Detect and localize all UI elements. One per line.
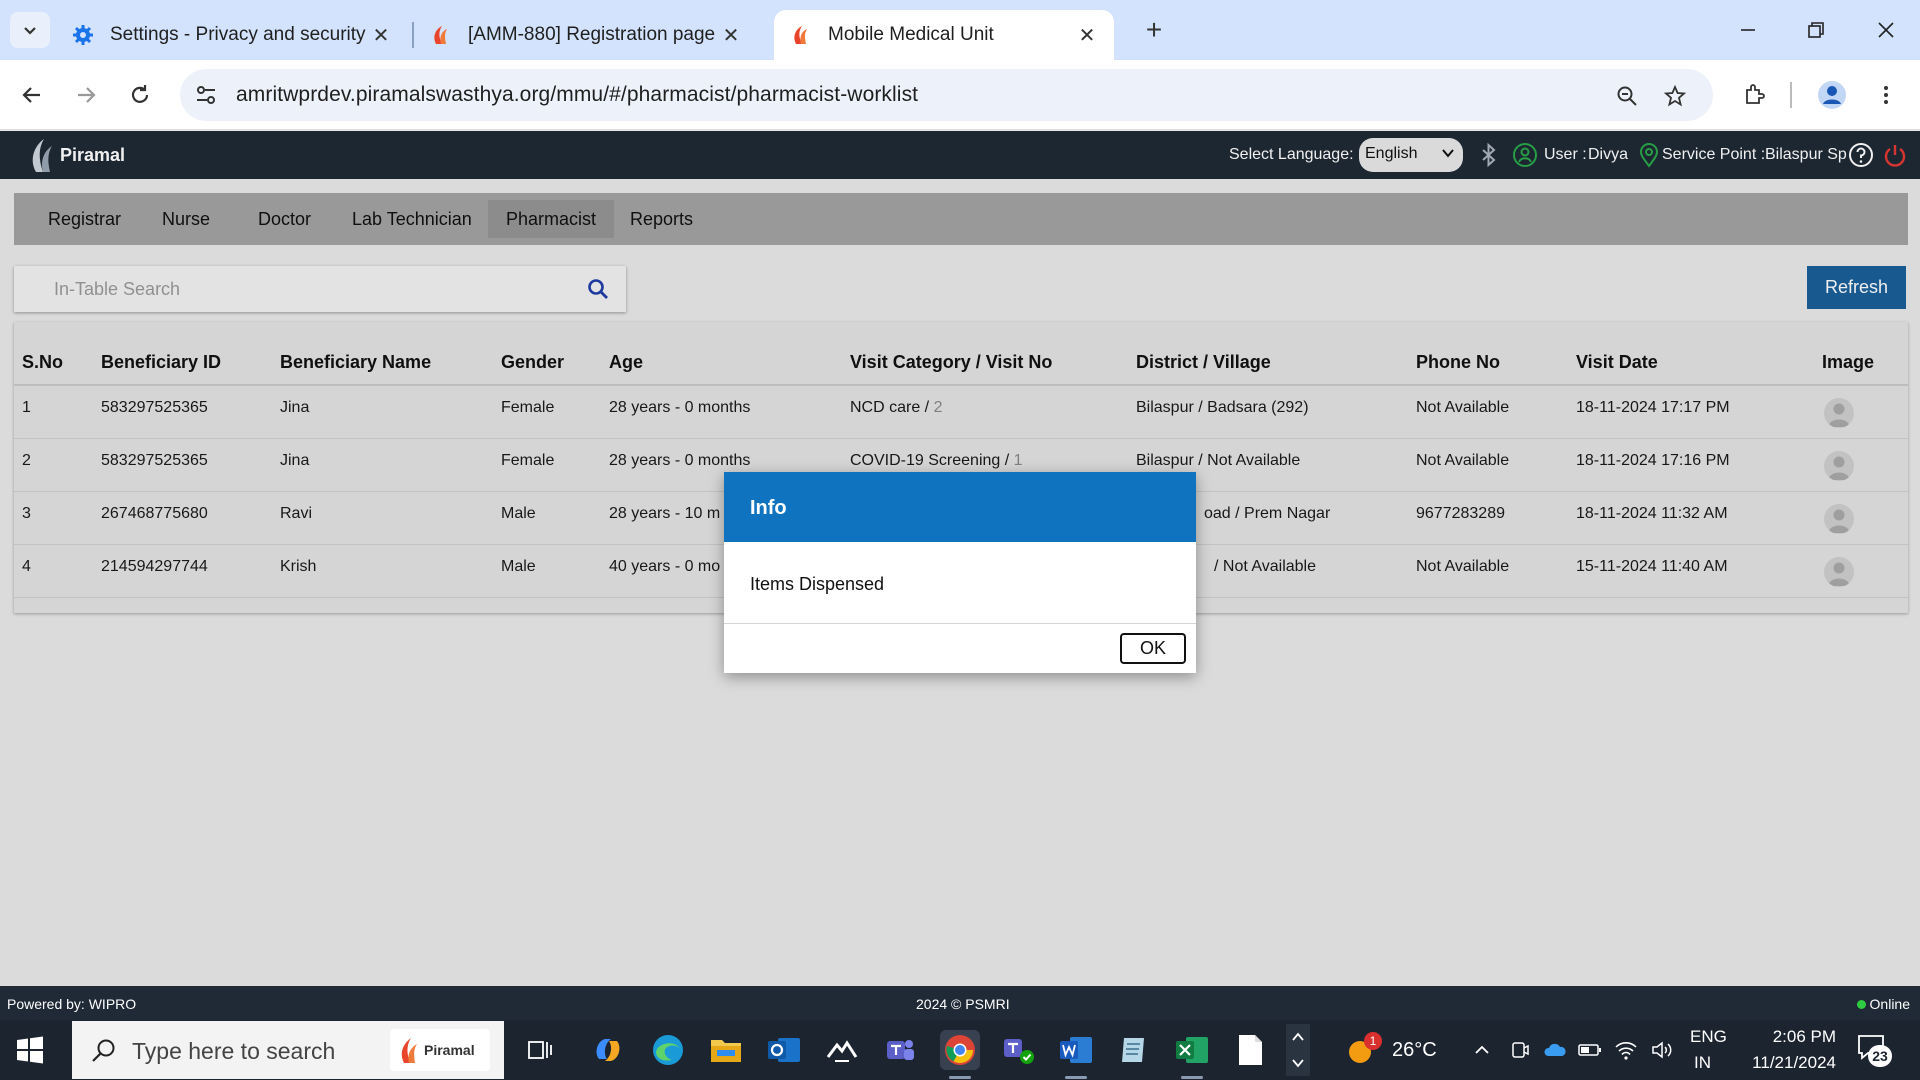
zoom-icon[interactable] — [1612, 81, 1642, 111]
teams-work-icon[interactable] — [998, 1030, 1038, 1070]
weather-badge: 1 — [1364, 1032, 1382, 1050]
restore-button[interactable] — [1788, 10, 1844, 50]
extensions-icon[interactable] — [1736, 77, 1772, 113]
chevron-up-icon[interactable] — [1470, 1038, 1494, 1062]
weather-widget[interactable]: 1 26°C — [1346, 1020, 1437, 1080]
active-app-indicator — [949, 1076, 971, 1079]
battery-icon[interactable] — [1578, 1038, 1602, 1062]
volume-icon[interactable] — [1650, 1038, 1674, 1062]
edge-icon[interactable] — [648, 1030, 688, 1070]
task-view-icon[interactable] — [520, 1030, 560, 1070]
clock-time: 2:06 PM — [1772, 1027, 1836, 1046]
minimize-icon — [1741, 29, 1755, 31]
close-icon[interactable]: ✕ — [720, 24, 742, 47]
address-bar[interactable]: amritwprdev.piramalswasthya.org/mmu/#/ph… — [180, 69, 1713, 121]
app-footer: Powered by: WIPRO 2024 © PSMRI Online — [0, 986, 1920, 1020]
notepad-app-icon[interactable] — [1114, 1030, 1154, 1070]
logo-text: Piramal — [424, 1042, 475, 1058]
piramal-icon — [401, 1038, 417, 1063]
reload-button[interactable] — [122, 77, 158, 113]
piramal-swasthya-logo: Piramal — [390, 1029, 490, 1071]
piramal-icon — [790, 24, 812, 46]
copilot-icon[interactable] — [588, 1030, 628, 1070]
snipping-tool-icon[interactable] — [822, 1030, 862, 1070]
arrow-left-icon — [22, 87, 40, 103]
system-clock[interactable]: 2:06 PM 11/21/2024 — [1740, 1020, 1836, 1080]
word-icon[interactable] — [1056, 1030, 1096, 1070]
profile-avatar[interactable] — [1814, 77, 1850, 113]
close-icon — [1878, 22, 1894, 38]
close-window-button[interactable] — [1858, 10, 1914, 50]
tab-title: [AMM-880] Registration page is — [468, 24, 720, 45]
bookmark-star-icon[interactable] — [1660, 81, 1690, 111]
site-info-icon[interactable] — [194, 83, 218, 107]
app-running-indicator — [1181, 1076, 1203, 1079]
dialog-title: Info — [724, 472, 1196, 542]
kebab-menu-icon — [1884, 86, 1888, 104]
url-text[interactable]: amritwprdev.piramalswasthya.org/mmu/#/ph… — [236, 83, 918, 107]
chevron-down-icon — [24, 27, 36, 35]
new-tab-button[interactable]: + — [1138, 14, 1170, 46]
tab-registration-issue[interactable]: [AMM-880] Registration page is ✕ — [414, 10, 758, 60]
app-running-indicator — [1065, 1076, 1087, 1079]
region-code: IN — [1694, 1053, 1711, 1072]
excel-icon[interactable] — [1172, 1030, 1212, 1070]
teams-icon[interactable] — [880, 1030, 920, 1070]
taskbar-scroll[interactable] — [1286, 1024, 1310, 1076]
file-icon[interactable] — [1230, 1030, 1270, 1070]
minimize-button[interactable] — [1720, 10, 1776, 50]
toolbar-divider — [1790, 82, 1792, 108]
chevron-up-down-icon — [1292, 1032, 1304, 1068]
clock-date: 11/21/2024 — [1752, 1053, 1836, 1072]
taskbar-search[interactable]: Type here to search Piramal — [72, 1021, 504, 1079]
taskbar-search-placeholder: Type here to search — [132, 1038, 336, 1064]
browser-tab-strip: Settings - Privacy and security ✕ [AMM-8… — [0, 0, 1920, 60]
sun-icon: 1 — [1346, 1032, 1382, 1066]
info-dialog: Info Items Dispensed OK — [724, 472, 1196, 673]
arrow-right-icon — [78, 87, 96, 103]
close-icon[interactable]: ✕ — [370, 24, 392, 47]
restore-icon — [1808, 22, 1824, 38]
notification-count: 23 — [1868, 1045, 1892, 1067]
windows-taskbar: Type here to search Piramal 1 26°C ENG I… — [0, 1020, 1920, 1080]
notification-icon: 23 — [1856, 1033, 1892, 1067]
connection-status: Online — [1856, 996, 1910, 1012]
copyright: 2024 © PSMRI — [916, 996, 1010, 1012]
camera-icon[interactable] — [1508, 1038, 1532, 1062]
reload-icon — [131, 85, 149, 103]
ok-button[interactable]: OK — [1120, 633, 1186, 664]
close-icon[interactable]: ✕ — [1076, 24, 1098, 47]
tab-mobile-medical-unit[interactable]: Mobile Medical Unit ✕ — [774, 10, 1114, 60]
tab-title: Settings - Privacy and security — [110, 24, 366, 45]
tab-search-button[interactable] — [10, 12, 50, 48]
browser-toolbar: amritwprdev.piramalswasthya.org/mmu/#/ph… — [0, 60, 1920, 130]
piramal-icon — [430, 24, 452, 46]
back-button[interactable] — [14, 77, 50, 113]
status-text: Online — [1869, 996, 1910, 1012]
weather-temperature: 26°C — [1392, 1038, 1437, 1061]
person-icon — [1818, 81, 1846, 109]
forward-button[interactable] — [68, 77, 104, 113]
outlook-icon[interactable] — [764, 1030, 804, 1070]
onedrive-icon[interactable] — [1543, 1038, 1567, 1062]
dialog-message: Items Dispensed — [750, 574, 885, 594]
tab-title: Mobile Medical Unit — [828, 24, 994, 45]
notification-center[interactable]: 23 — [1856, 1020, 1896, 1080]
dialog-divider — [724, 623, 1196, 624]
powered-by: Powered by: WIPRO — [7, 996, 137, 1012]
windows-start-icon[interactable] — [14, 1034, 46, 1066]
input-language-indicator[interactable]: ENG IN — [1690, 1020, 1727, 1080]
file-explorer-icon[interactable] — [706, 1030, 746, 1070]
language-code: ENG — [1690, 1027, 1727, 1046]
online-dot-icon — [1856, 999, 1866, 1009]
browser-menu-button[interactable] — [1868, 77, 1904, 113]
chrome-icon[interactable] — [940, 1030, 980, 1070]
gear-icon — [72, 24, 94, 46]
tab-settings[interactable]: Settings - Privacy and security ✕ — [56, 10, 408, 60]
search-icon — [92, 1039, 115, 1062]
wifi-icon[interactable] — [1614, 1038, 1638, 1062]
